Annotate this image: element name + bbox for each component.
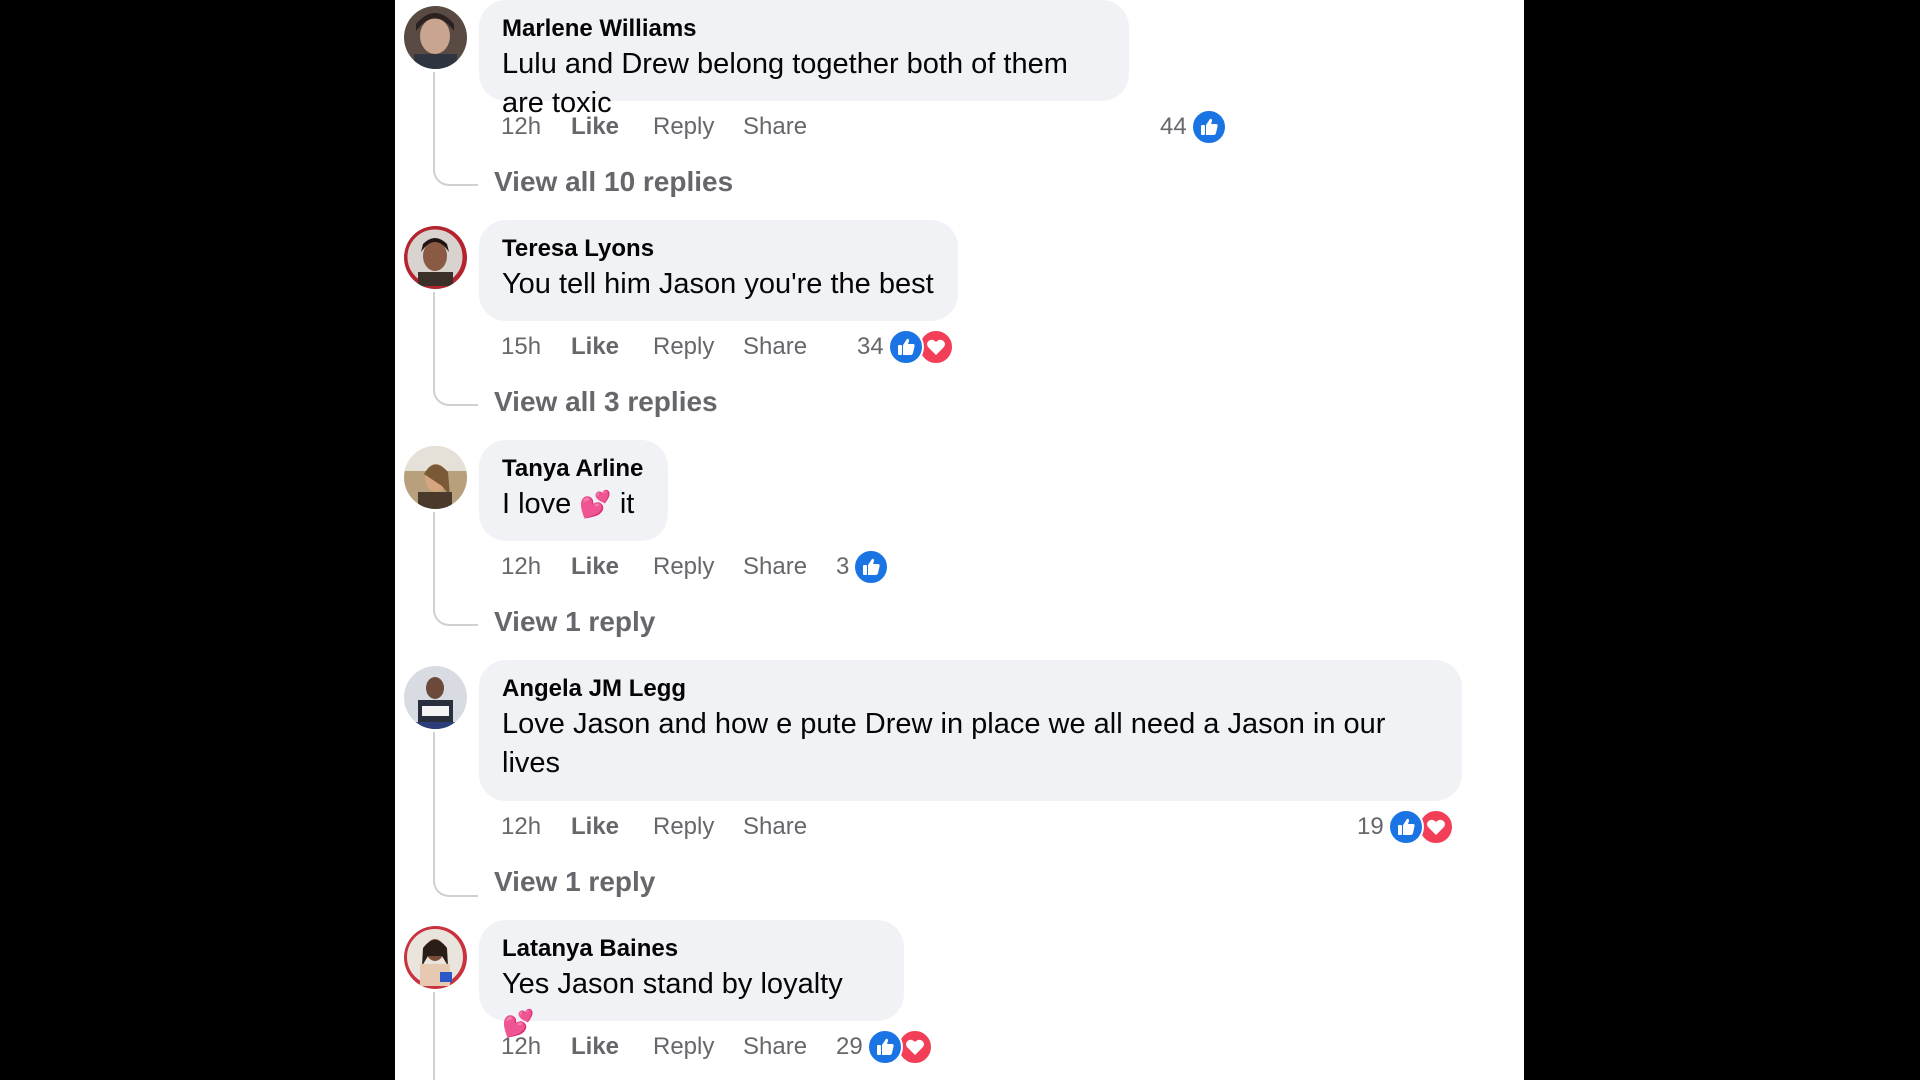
- comment-author[interactable]: Latanya Baines: [502, 934, 880, 964]
- comment-author[interactable]: Marlene Williams: [502, 14, 1105, 44]
- reaction-summary[interactable]: 44: [1160, 108, 1227, 146]
- comment-bubble: Marlene Williams Lulu and Drew belong to…: [479, 0, 1129, 119]
- comment-item: Teresa Lyons You tell him Jason you're t…: [395, 220, 1524, 420]
- share-button[interactable]: Share: [743, 810, 807, 844]
- reaction-summary[interactable]: 29: [836, 1028, 933, 1066]
- two-hearts-emoji: 💕: [579, 489, 612, 519]
- comment-timestamp[interactable]: 12h: [501, 810, 541, 844]
- view-replies-link[interactable]: View 1 reply: [494, 605, 655, 639]
- comment-bubble: Teresa Lyons You tell him Jason you're t…: [479, 220, 958, 321]
- comment-timestamp[interactable]: 12h: [501, 550, 541, 584]
- avatar[interactable]: [404, 6, 467, 69]
- comment-actions: 15h Like Reply Share: [501, 330, 807, 364]
- comment-bubble: Angela JM Legg Love Jason and how e pute…: [479, 660, 1462, 801]
- comment-author[interactable]: Teresa Lyons: [502, 234, 934, 264]
- like-icon: [887, 329, 924, 365]
- reply-button[interactable]: Reply: [653, 810, 714, 844]
- avatar[interactable]: [404, 926, 467, 989]
- view-replies-link[interactable]: View 1 reply: [494, 865, 655, 899]
- reaction-summary[interactable]: 19: [1357, 808, 1454, 846]
- comment-actions: 12h Like Reply Share: [501, 1030, 807, 1064]
- share-button[interactable]: Share: [743, 330, 807, 364]
- like-icon: [853, 549, 890, 585]
- thread-line: [433, 732, 435, 882]
- comment-text: I love 💕 it: [502, 485, 644, 524]
- thread-connector: [433, 386, 478, 406]
- comment-actions: 12h Like Reply Share: [501, 810, 807, 844]
- view-replies-link[interactable]: View all 3 replies: [494, 385, 718, 419]
- comment-text-part: I love: [502, 488, 572, 520]
- view-replies-link[interactable]: View all 10 replies: [494, 165, 733, 199]
- comment-item: Angela JM Legg Love Jason and how e pute…: [395, 660, 1524, 920]
- thread-line: [433, 72, 435, 172]
- comment-bubble: Tanya Arline I love 💕 it: [479, 440, 668, 541]
- reaction-count: 3: [836, 553, 850, 580]
- reply-button[interactable]: Reply: [653, 550, 714, 584]
- reaction-count: 44: [1160, 113, 1187, 140]
- share-button[interactable]: Share: [743, 110, 807, 144]
- comment-timestamp[interactable]: 12h: [501, 110, 541, 144]
- like-button[interactable]: Like: [571, 110, 619, 144]
- thread-line: [433, 992, 435, 1080]
- thread-connector: [433, 877, 478, 897]
- thread-line: [433, 292, 435, 392]
- reply-button[interactable]: Reply: [653, 1030, 714, 1064]
- avatar[interactable]: [404, 226, 467, 289]
- comment-bubble: Latanya Baines Yes Jason stand by loyalt…: [479, 920, 904, 1038]
- comment-text: Love Jason and how e pute Drew in place …: [502, 705, 1438, 783]
- reaction-count: 19: [1357, 813, 1384, 840]
- like-button[interactable]: Like: [571, 810, 619, 844]
- comment-author[interactable]: Angela JM Legg: [502, 674, 1438, 704]
- thread-line: [433, 512, 435, 612]
- comment-actions: 12h Like Reply Share: [501, 550, 807, 584]
- avatar[interactable]: [404, 666, 467, 729]
- like-button[interactable]: Like: [571, 1030, 619, 1064]
- like-icon: [866, 1029, 903, 1065]
- comment-item: Latanya Baines Yes Jason stand by loyalt…: [395, 920, 1524, 1080]
- comment-timestamp[interactable]: 15h: [501, 330, 541, 364]
- like-icon: [1387, 809, 1424, 845]
- reply-button[interactable]: Reply: [653, 330, 714, 364]
- reaction-summary[interactable]: 3: [836, 548, 890, 586]
- comment-item: Marlene Williams Lulu and Drew belong to…: [395, 0, 1524, 200]
- share-button[interactable]: Share: [743, 1030, 807, 1064]
- thread-connector: [433, 166, 478, 186]
- reply-button[interactable]: Reply: [653, 110, 714, 144]
- avatar[interactable]: [404, 446, 467, 509]
- like-button[interactable]: Like: [571, 550, 619, 584]
- share-button[interactable]: Share: [743, 550, 807, 584]
- comment-actions: 12h Like Reply Share: [501, 110, 807, 144]
- comment-text-part: Yes Jason stand by loyalty: [502, 968, 843, 1000]
- comments-panel: Marlene Williams Lulu and Drew belong to…: [395, 0, 1524, 1080]
- comment-item: Tanya Arline I love 💕 it 12h Like Reply …: [395, 440, 1524, 640]
- thread-connector: [433, 606, 478, 626]
- like-button[interactable]: Like: [571, 330, 619, 364]
- comment-text-line: lives: [502, 747, 561, 779]
- comment-timestamp[interactable]: 12h: [501, 1030, 541, 1064]
- comment-text-part: it: [619, 488, 635, 520]
- reaction-summary[interactable]: 34: [857, 328, 954, 366]
- comment-author[interactable]: Tanya Arline: [502, 454, 644, 484]
- like-icon: [1190, 109, 1227, 145]
- comment-text-line: Love Jason and how e pute Drew in place …: [502, 708, 1386, 740]
- reaction-count: 34: [857, 333, 884, 360]
- comment-text: You tell him Jason you're the best: [502, 268, 934, 300]
- reaction-count: 29: [836, 1033, 863, 1060]
